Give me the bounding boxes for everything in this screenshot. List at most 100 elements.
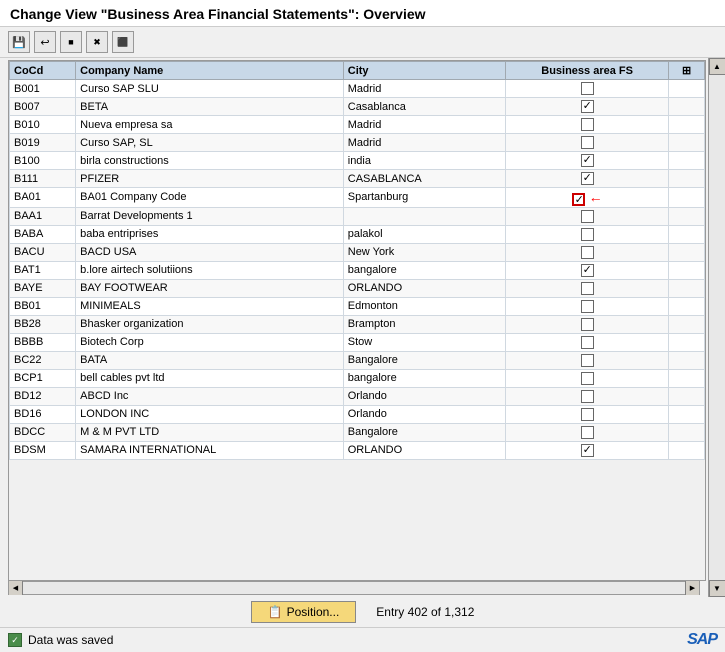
table-row[interactable]: B001Curso SAP SLUMadrid — [10, 80, 705, 98]
ba-fs-checkbox[interactable] — [581, 318, 594, 331]
ba-fs-checkbox[interactable] — [581, 336, 594, 349]
cell-ba-fs[interactable] — [505, 387, 668, 405]
cell-spacer — [669, 405, 705, 423]
scroll-track[interactable] — [709, 75, 725, 580]
ba-fs-checkbox[interactable] — [581, 154, 594, 167]
cell-spacer — [669, 387, 705, 405]
table-row[interactable]: BCP1bell cables pvt ltdbangalore — [10, 369, 705, 387]
table-row[interactable]: BABAbaba entriprisespalakol — [10, 225, 705, 243]
cell-cocd: BAYE — [10, 279, 76, 297]
cell-ba-fs[interactable] — [505, 405, 668, 423]
cell-ba-fs[interactable] — [505, 98, 668, 116]
ba-fs-checkbox[interactable] — [581, 390, 594, 403]
status-left: ✓ Data was saved — [8, 633, 113, 647]
hscroll-right-button[interactable]: ▶ — [685, 581, 699, 595]
cancel-button[interactable]: ✖ — [86, 31, 108, 53]
position-button[interactable]: 📋 Position... — [251, 601, 357, 623]
table-row[interactable]: BB28Bhasker organizationBrampton — [10, 315, 705, 333]
cell-ba-fs[interactable] — [505, 351, 668, 369]
print-button[interactable]: ⬛ — [112, 31, 134, 53]
cell-ba-fs[interactable]: ← — [505, 188, 668, 208]
ba-fs-checkbox[interactable] — [581, 82, 594, 95]
cell-cocd: B100 — [10, 152, 76, 170]
back-button[interactable]: ↩ — [34, 31, 56, 53]
ba-fs-checkbox[interactable] — [581, 300, 594, 313]
cell-cocd: BD16 — [10, 405, 76, 423]
table-row[interactable]: BDCCM & M PVT LTDBangalore — [10, 423, 705, 441]
table-row[interactable]: BC22BATABangalore — [10, 351, 705, 369]
col-header-ba-fs: Business area FS — [505, 62, 668, 80]
ba-fs-checkbox[interactable] — [581, 282, 594, 295]
scroll-down-button[interactable]: ▼ — [709, 580, 725, 597]
table-row[interactable]: BAA1Barrat Developments 1 — [10, 207, 705, 225]
ba-fs-checkbox[interactable] — [581, 354, 594, 367]
cell-city: bangalore — [343, 261, 505, 279]
table-row[interactable]: BD16LONDON INCOrlando — [10, 405, 705, 423]
ba-fs-checkbox[interactable] — [581, 246, 594, 259]
ba-fs-checkbox[interactable] — [581, 426, 594, 439]
cell-ba-fs[interactable] — [505, 369, 668, 387]
ba-fs-checkbox[interactable] — [581, 210, 594, 223]
cell-city: Madrid — [343, 134, 505, 152]
cell-company-name: PFIZER — [76, 170, 344, 188]
data-grid[interactable]: CoCd Company Name City Business area FS … — [8, 60, 706, 581]
position-icon: 📋 — [268, 605, 283, 619]
table-row[interactable]: BA01BA01 Company CodeSpartanburg← — [10, 188, 705, 208]
table-row[interactable]: B019Curso SAP, SLMadrid — [10, 134, 705, 152]
table-row[interactable]: B111PFIZERCASABLANCA — [10, 170, 705, 188]
table-row[interactable]: B010Nueva empresa saMadrid — [10, 116, 705, 134]
cell-city: Bangalore — [343, 423, 505, 441]
cell-ba-fs[interactable] — [505, 261, 668, 279]
cell-city — [343, 207, 505, 225]
horizontal-scrollbar[interactable]: ◀ ▶ — [8, 581, 700, 595]
cell-ba-fs[interactable] — [505, 134, 668, 152]
cell-company-name: Nueva empresa sa — [76, 116, 344, 134]
ba-fs-checkbox[interactable] — [581, 264, 594, 277]
scroll-up-button[interactable]: ▲ — [709, 58, 725, 75]
hscroll-left-button[interactable]: ◀ — [9, 581, 23, 595]
cell-ba-fs[interactable] — [505, 441, 668, 459]
table-row[interactable]: BACUBACD USANew York — [10, 243, 705, 261]
cell-cocd: BAT1 — [10, 261, 76, 279]
ba-fs-checkbox[interactable] — [581, 118, 594, 131]
cell-company-name: b.lore airtech solutiions — [76, 261, 344, 279]
table-row[interactable]: BB01MINIMEALSEdmonton — [10, 297, 705, 315]
cell-spacer — [669, 116, 705, 134]
cell-ba-fs[interactable] — [505, 116, 668, 134]
table-row[interactable]: BBBBBiotech CorpStow — [10, 333, 705, 351]
table-row[interactable]: BAYEBAY FOOTWEARORLANDO — [10, 279, 705, 297]
ba-fs-checkbox[interactable] — [581, 172, 594, 185]
cell-cocd: BDSM — [10, 441, 76, 459]
ba-fs-checkbox[interactable] — [581, 444, 594, 457]
cell-ba-fs[interactable] — [505, 207, 668, 225]
ba-fs-checkbox[interactable] — [581, 136, 594, 149]
cell-spacer — [669, 188, 705, 208]
cell-company-name: BACD USA — [76, 243, 344, 261]
table-row[interactable]: BAT1b.lore airtech solutiionsbangalore — [10, 261, 705, 279]
table-row[interactable]: B007BETACasablanca — [10, 98, 705, 116]
ba-fs-checkbox[interactable] — [581, 228, 594, 241]
exit-button[interactable]: ■ — [60, 31, 82, 53]
table-row[interactable]: BDSMSAMARA INTERNATIONALORLANDO — [10, 441, 705, 459]
cell-ba-fs[interactable] — [505, 225, 668, 243]
ba-fs-checkbox[interactable] — [581, 408, 594, 421]
cell-ba-fs[interactable] — [505, 80, 668, 98]
hscroll-track[interactable] — [23, 582, 685, 594]
cell-ba-fs[interactable] — [505, 333, 668, 351]
table-row[interactable]: B100birla constructionsindia — [10, 152, 705, 170]
ba-fs-checkbox[interactable] — [572, 193, 585, 206]
table-row[interactable]: BD12ABCD IncOrlando — [10, 387, 705, 405]
cell-ba-fs[interactable] — [505, 315, 668, 333]
cell-ba-fs[interactable] — [505, 243, 668, 261]
cell-cocd: BCP1 — [10, 369, 76, 387]
cell-ba-fs[interactable] — [505, 297, 668, 315]
cell-ba-fs[interactable] — [505, 279, 668, 297]
save-button[interactable]: 💾 — [8, 31, 30, 53]
cell-ba-fs[interactable] — [505, 170, 668, 188]
ba-fs-checkbox[interactable] — [581, 100, 594, 113]
cell-ba-fs[interactable] — [505, 152, 668, 170]
vertical-scrollbar[interactable]: ▲ ▼ — [708, 58, 725, 597]
cell-cocd: BB01 — [10, 297, 76, 315]
cell-ba-fs[interactable] — [505, 423, 668, 441]
ba-fs-checkbox[interactable] — [581, 372, 594, 385]
